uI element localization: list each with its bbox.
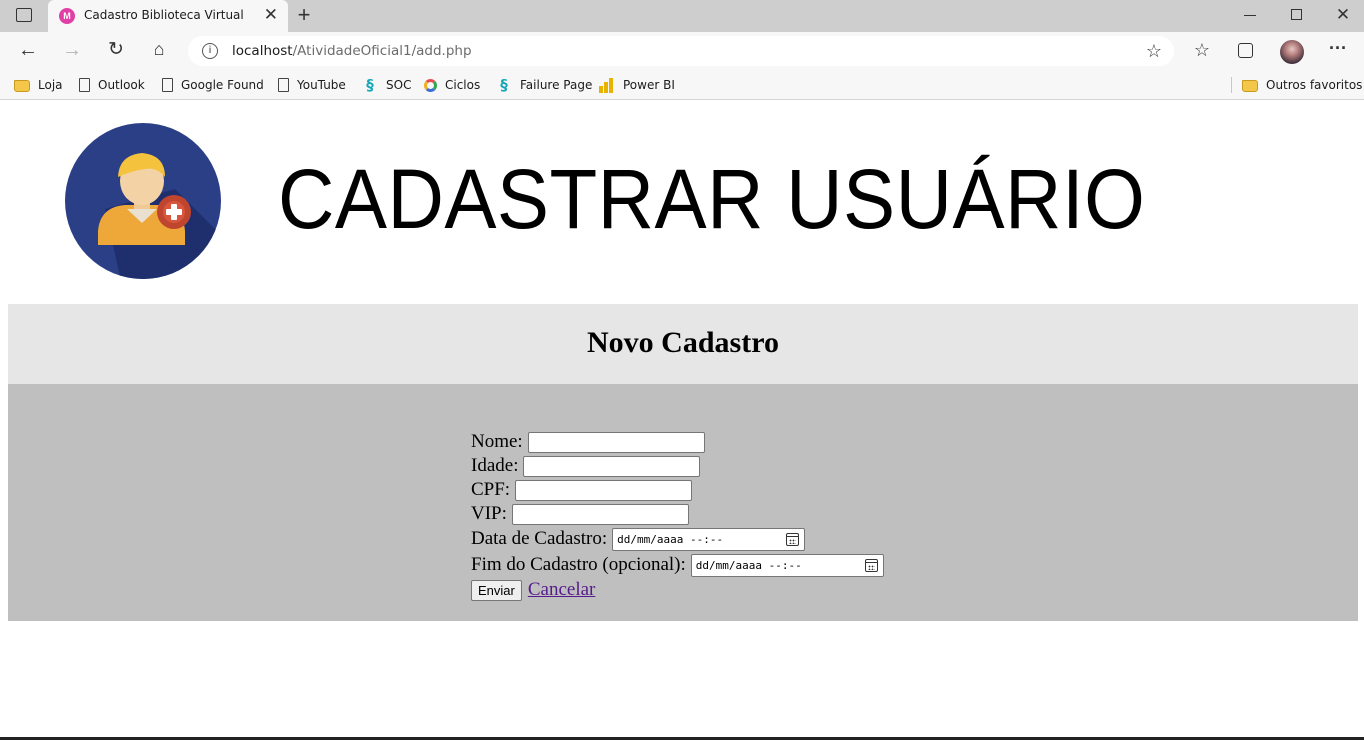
fim-cadastro-label: Fim do Cadastro (opcional): xyxy=(471,554,686,575)
tab-actions-icon[interactable] xyxy=(16,8,32,22)
tab-strip: M Cadastro Biblioteca Virtual ✕ + ✕ xyxy=(0,0,1364,32)
data-cadastro-label: Data de Cadastro: xyxy=(471,528,608,549)
folder-icon xyxy=(1242,80,1258,92)
soc-icon: § xyxy=(366,76,374,94)
minimize-icon[interactable] xyxy=(1244,15,1256,16)
restore-icon[interactable] xyxy=(1291,9,1302,20)
other-favorites[interactable]: Outros favoritos xyxy=(1242,76,1362,94)
field-fim-cadastro: Fim do Cadastro (opcional): dd/mm/aaaa -… xyxy=(471,553,884,577)
page-content: CADASTRAR USUÁRIO Novo Cadastro Nome: Id… xyxy=(0,101,1364,740)
tab-close-icon[interactable]: ✕ xyxy=(264,6,278,24)
nome-input[interactable] xyxy=(527,431,705,453)
cpf-input[interactable] xyxy=(515,479,693,501)
bookmark-label: Google Found xyxy=(181,78,264,92)
powerbi-icon xyxy=(599,77,615,93)
vip-label: VIP: xyxy=(471,503,507,524)
bookmark-label: Loja xyxy=(38,78,63,92)
bookmark-label: Ciclos xyxy=(445,78,481,92)
fim-cadastro-input[interactable]: dd/mm/aaaa --:-- xyxy=(690,553,884,577)
bookmark-label: Power BI xyxy=(623,78,675,92)
browser-tab[interactable]: M Cadastro Biblioteca Virtual ✕ xyxy=(48,0,288,32)
nome-label: Nome: xyxy=(471,431,523,452)
field-data-cadastro: Data de Cadastro: dd/mm/aaaa --:-- xyxy=(471,527,806,551)
bookmark-ciclos[interactable]: Ciclos xyxy=(424,76,480,94)
bookmark-label: Failure Page xyxy=(520,78,593,92)
profile-avatar[interactable] xyxy=(1280,40,1304,64)
form-heading-band: Novo Cadastro xyxy=(8,304,1358,384)
add-favorite-icon[interactable]: ☆ xyxy=(1144,40,1164,62)
vip-input[interactable] xyxy=(511,503,689,525)
bookmarks-bar: Loja Outlook Google Found YouTube § SOC C… xyxy=(0,70,1364,100)
tab-title: Cadastro Biblioteca Virtual xyxy=(84,8,244,22)
bookmark-outlook[interactable]: Outlook xyxy=(77,76,145,94)
bookmarks-separator xyxy=(1231,77,1232,93)
bookmark-google-found[interactable]: Google Found xyxy=(160,76,264,94)
more-menu-icon[interactable]: ··· xyxy=(1326,37,1350,59)
reload-icon[interactable]: ↻ xyxy=(105,39,127,61)
url-host: localhost xyxy=(232,43,293,59)
field-cpf: CPF: xyxy=(471,478,693,502)
bookmark-label: Outlook xyxy=(98,78,145,92)
site-info-icon[interactable]: i xyxy=(202,43,218,59)
collections-icon[interactable] xyxy=(1238,43,1253,58)
address-bar[interactable]: i localhost/AtividadeOficial1/add.php ☆ xyxy=(188,36,1174,66)
cpf-label: CPF: xyxy=(471,479,511,500)
field-idade: Idade: xyxy=(471,454,701,478)
page-icon xyxy=(278,78,289,92)
field-vip: VIP: xyxy=(471,502,689,526)
close-window-icon[interactable]: ✕ xyxy=(1334,5,1352,25)
bookmark-soc[interactable]: § SOC xyxy=(362,76,411,94)
signup-form: Nome: Idade: CPF: VIP: Data de Cadastro:… xyxy=(8,384,1358,621)
field-nome: Nome: xyxy=(471,430,705,454)
bookmark-power-bi[interactable]: Power BI xyxy=(599,76,675,94)
page-icon xyxy=(79,78,90,92)
back-icon[interactable]: ← xyxy=(17,39,39,61)
submit-button[interactable]: Enviar xyxy=(471,579,522,601)
url-text[interactable]: localhost/AtividadeOficial1/add.php xyxy=(232,43,472,59)
data-cadastro-input[interactable]: dd/mm/aaaa --:-- xyxy=(612,527,806,551)
bookmark-youtube[interactable]: YouTube xyxy=(276,76,346,94)
fim-cadastro-placeholder: dd/mm/aaaa --:-- xyxy=(695,558,802,572)
bookmark-loja[interactable]: Loja xyxy=(14,76,63,94)
idade-label: Idade: xyxy=(471,455,519,476)
form-actions: Enviar Cancelar xyxy=(471,578,595,602)
new-tab-icon[interactable]: + xyxy=(293,4,315,26)
bookmark-failure-page[interactable]: § Failure Page xyxy=(496,76,592,94)
other-favorites-label: Outros favoritos xyxy=(1266,78,1363,92)
ring-icon xyxy=(424,78,437,92)
bookmark-label: SOC xyxy=(386,78,412,92)
folder-icon xyxy=(14,80,30,92)
url-path: /AtividadeOficial1/add.php xyxy=(292,43,472,59)
form-title: Novo Cadastro xyxy=(587,326,779,359)
soc-icon: § xyxy=(500,76,508,94)
page-title: CADASTRAR USUÁRIO xyxy=(278,152,1146,246)
page-icon xyxy=(162,78,173,92)
bookmark-label: YouTube xyxy=(297,78,346,92)
calendar-icon[interactable] xyxy=(864,558,878,572)
favorites-icon[interactable]: ☆ xyxy=(1191,39,1213,61)
tab-favicon-icon: M xyxy=(59,8,75,24)
cancel-link[interactable]: Cancelar xyxy=(528,579,596,601)
home-icon[interactable]: ⌂ xyxy=(148,38,170,60)
add-user-logo xyxy=(65,123,221,279)
calendar-icon[interactable] xyxy=(786,532,800,546)
browser-toolbar: ← → ↻ ⌂ i localhost/AtividadeOficial1/ad… xyxy=(0,32,1364,70)
idade-input[interactable] xyxy=(523,455,701,477)
data-cadastro-placeholder: dd/mm/aaaa --:-- xyxy=(617,532,724,546)
forward-icon[interactable]: → xyxy=(61,39,83,61)
